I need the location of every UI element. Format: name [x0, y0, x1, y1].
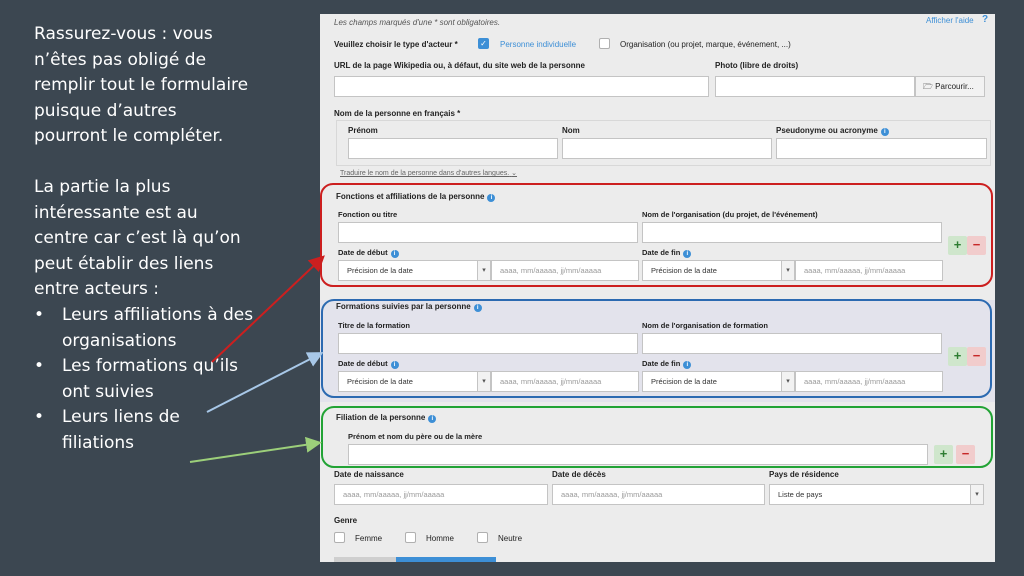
naissance-input[interactable]: aaaa, mm/aaaaa, jj/mm/aaaaa: [334, 484, 548, 505]
formations-highlight-frame: [321, 299, 992, 398]
organisation-checkbox[interactable]: [599, 38, 610, 49]
genre-label: Genre: [334, 516, 358, 525]
actor-type-label: Veuillez choisir le type d'acteur *: [334, 40, 458, 49]
pseudonyme-label: Pseudonyme ou acronyme i: [776, 126, 889, 136]
chevron-down-icon: ⌄: [511, 170, 518, 177]
individual-option-label: Personne individuelle: [500, 40, 577, 49]
url-input[interactable]: [334, 76, 709, 97]
bullet-affiliations: Leurs affiliations à des organisations: [34, 303, 254, 354]
neutre-label: Neutre: [498, 534, 523, 543]
url-label: URL de la page Wikipedia ou, à défaut, d…: [334, 61, 585, 70]
chevron-down-icon: ▾: [970, 485, 983, 504]
photo-input[interactable]: [715, 76, 915, 97]
deces-label: Date de décès: [552, 470, 606, 479]
photo-label: Photo (libre de droits): [715, 61, 799, 70]
required-note: Les champs marqués d'une * sont obligato…: [334, 18, 501, 27]
femme-label: Femme: [355, 534, 383, 543]
slide-text: Rassurez-vous : vous n’êtes pas obligé d…: [34, 22, 254, 457]
bullet-filiations: Leurs liens de filiations: [34, 405, 254, 456]
bullet-list: Leurs affiliations à des organisations L…: [34, 303, 254, 457]
name-section-label: Nom de la personne en français *: [334, 109, 461, 118]
intro-paragraph: Rassurez-vous : vous n’êtes pas obligé d…: [34, 24, 249, 147]
affiliations-highlight-frame: [320, 183, 993, 287]
nom-input[interactable]: [562, 138, 772, 159]
prenom-input[interactable]: [348, 138, 558, 159]
explanation-paragraph: La partie la plus intéressante est au ce…: [34, 176, 241, 300]
deces-input[interactable]: aaaa, mm/aaaaa, jj/mm/aaaaa: [552, 484, 765, 505]
homme-checkbox[interactable]: [405, 532, 416, 543]
pseudonyme-input[interactable]: [776, 138, 987, 159]
info-icon[interactable]: i: [880, 128, 889, 136]
pays-label: Pays de résidence: [769, 470, 839, 479]
prenom-label: Prénom: [348, 126, 378, 135]
nom-label: Nom: [562, 126, 580, 135]
help-link[interactable]: Afficher l'aide: [926, 16, 974, 25]
bottom-tab-active[interactable]: [396, 557, 496, 562]
browse-button[interactable]: 🗁 Parcourir...: [915, 76, 985, 97]
bullet-formations: Les formations qu’ils ont suivies: [34, 354, 254, 405]
naissance-label: Date de naissance: [334, 470, 404, 479]
folder-icon: 🗁: [923, 82, 933, 91]
pays-select[interactable]: Liste de pays ▾: [769, 484, 984, 505]
question-icon[interactable]: ?: [982, 14, 988, 25]
bottom-tab[interactable]: [334, 557, 396, 562]
browse-button-label: Parcourir...: [935, 82, 974, 91]
individual-checkbox[interactable]: ✓: [478, 38, 489, 49]
neutre-checkbox[interactable]: [477, 532, 488, 543]
form-screenshot: Les champs marqués d'une * sont obligato…: [320, 14, 995, 562]
homme-label: Homme: [426, 534, 455, 543]
organisation-option-label: Organisation (ou projet, marque, événeme…: [620, 40, 791, 49]
check-icon: ✓: [480, 39, 487, 48]
translate-link[interactable]: Traduire le nom de la personne dans d'au…: [340, 169, 517, 177]
femme-checkbox[interactable]: [334, 532, 345, 543]
filiation-highlight-frame: [321, 406, 993, 468]
